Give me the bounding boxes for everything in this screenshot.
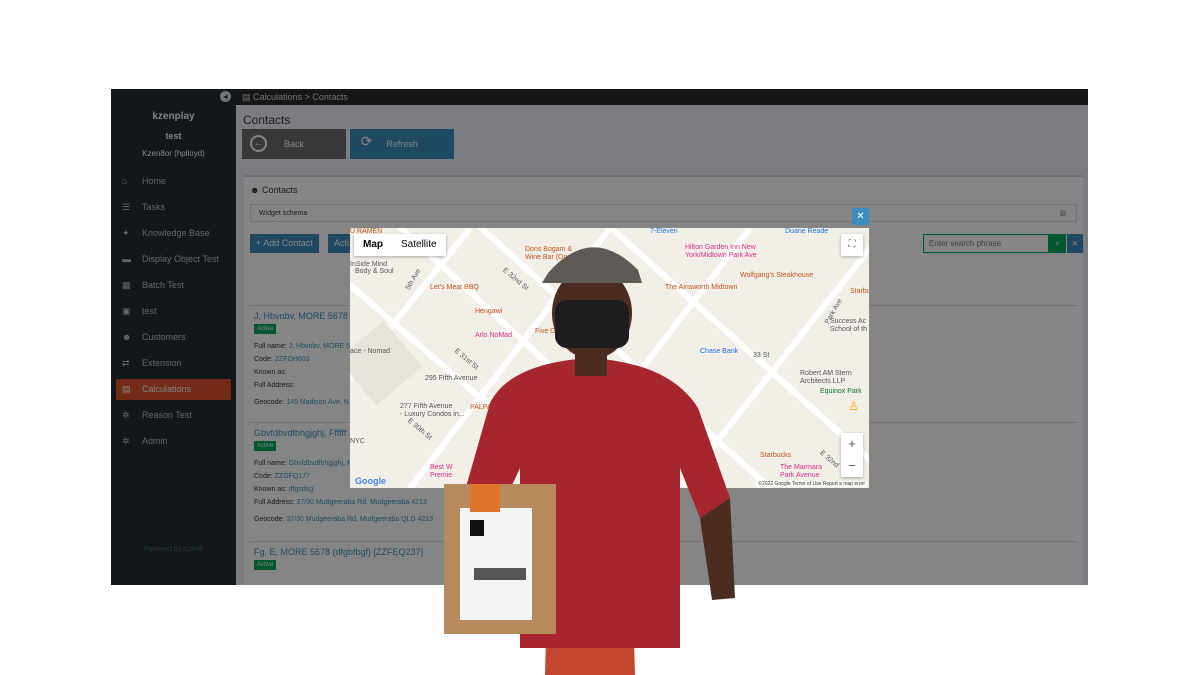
- map-poi-label[interactable]: School of th: [830, 326, 867, 333]
- map-footer[interactable]: ©2022 Google Terms of Use Report a map e…: [756, 481, 867, 487]
- map-poi-label[interactable]: Robert AM Stern: [800, 370, 852, 377]
- map-poi-label[interactable]: Wolfgang's Steakhouse: [740, 272, 813, 279]
- map-poi-label[interactable]: Success Ac: [830, 318, 866, 325]
- map-poi-label[interactable]: Architects LLP: [800, 378, 845, 385]
- delivery-person-photo: [444, 247, 735, 675]
- map-poi-label[interactable]: InSide Mind: [350, 261, 387, 268]
- map-poi-label[interactable]: The Marmara: [780, 464, 822, 471]
- map-poi-label[interactable]: ace - Nomad: [350, 348, 390, 355]
- google-logo: Google: [355, 476, 386, 486]
- stage: kzenplay test Kzen8or (hplloyd) ⌂ Home ☰ T…: [0, 0, 1200, 675]
- street-label: 33 St: [753, 352, 770, 359]
- pegman-icon[interactable]: ♙: [848, 399, 859, 413]
- map-poi-label[interactable]: Equinox Park: [820, 388, 862, 395]
- map-tab[interactable]: Map: [354, 234, 392, 256]
- zoom-in-button[interactable]: +: [841, 433, 863, 455]
- map-poi-label[interactable]: Starbucks: [760, 452, 791, 459]
- map-poi-label[interactable]: U RAMEN: [350, 228, 382, 235]
- map-poi-label[interactable]: Park Avenue: [780, 472, 820, 479]
- close-modal-icon[interactable]: ✕: [852, 208, 869, 225]
- map-poi-label[interactable]: Duane Reade: [785, 228, 828, 235]
- map-poi-label[interactable]: Body & Soul: [355, 268, 394, 275]
- fullscreen-icon[interactable]: ⛶: [841, 234, 863, 256]
- map-poi-label[interactable]: NYC: [350, 438, 365, 445]
- map-poi-label[interactable]: Starbu: [850, 288, 869, 295]
- zoom-out-button[interactable]: −: [841, 455, 863, 477]
- zoom-control: + −: [841, 433, 863, 477]
